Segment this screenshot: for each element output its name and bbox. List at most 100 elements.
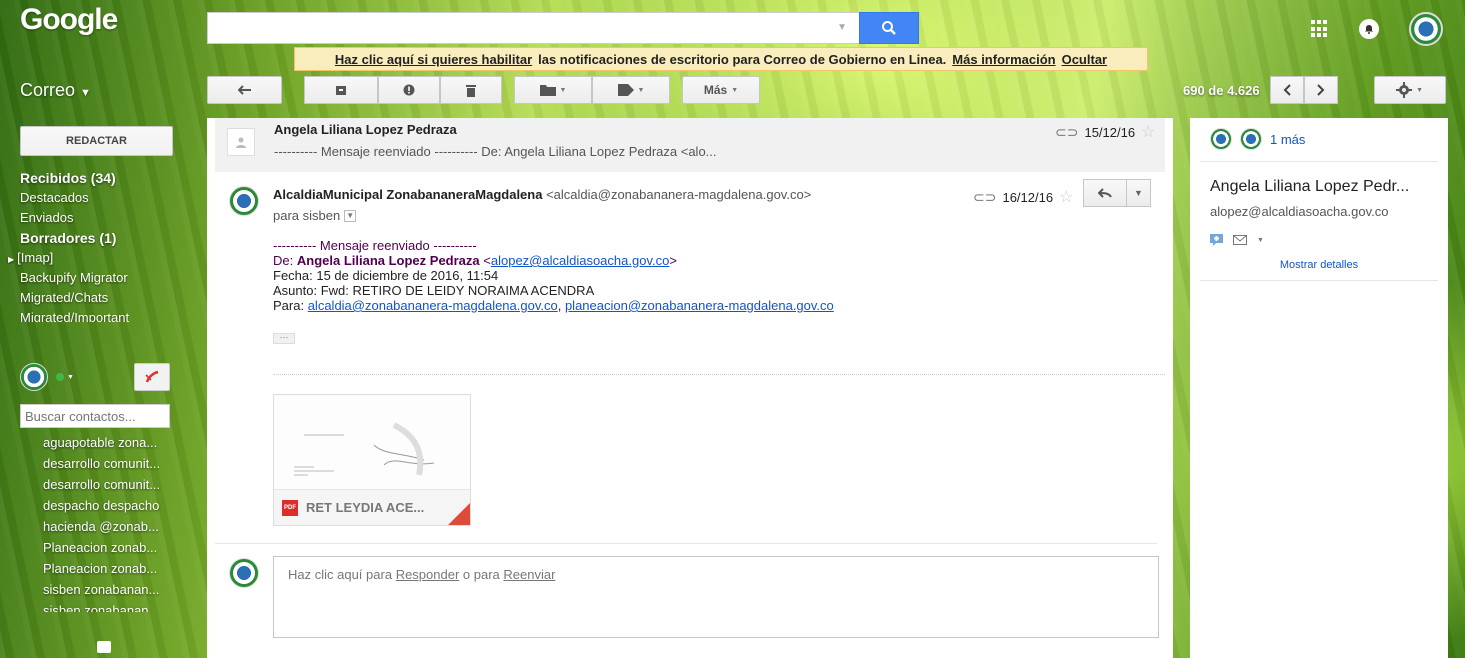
move-to-button[interactable]: ▼ bbox=[514, 76, 592, 104]
more-participants-link[interactable]: 1 más bbox=[1270, 132, 1305, 147]
forward-link[interactable]: Reenviar bbox=[503, 567, 555, 582]
sidebar-item-migrated-important[interactable]: Migrated/Important bbox=[20, 308, 129, 322]
archive-button[interactable] bbox=[304, 76, 378, 104]
notifications-bell-icon[interactable] bbox=[1359, 19, 1379, 39]
apps-grid-icon[interactable] bbox=[1311, 20, 1329, 38]
chevron-right-icon bbox=[1316, 84, 1325, 96]
show-details-link[interactable]: Mostrar detalles bbox=[1190, 259, 1448, 271]
more-reply-options-button[interactable]: ▼ bbox=[1127, 179, 1151, 207]
reply-prefix: Haz clic aquí para bbox=[288, 567, 393, 582]
chat-bubble-icon[interactable] bbox=[97, 641, 111, 653]
show-trimmed-content-button[interactable]: ··· bbox=[273, 333, 295, 344]
from-name: Angela Liliana Lopez Pedraza bbox=[296, 253, 480, 268]
message-toolbar: ▼ ▼ Más ▼ bbox=[207, 76, 760, 104]
contact-item[interactable]: desarrollo comunit... bbox=[43, 453, 173, 474]
chevron-down-icon[interactable]: ▼ bbox=[1257, 237, 1264, 244]
contact-item[interactable]: aguapotable zona... bbox=[43, 432, 173, 453]
my-avatar bbox=[229, 558, 259, 588]
contact-actions: ▼ bbox=[1210, 234, 1264, 246]
contact-item[interactable]: Planeacion zonab... bbox=[43, 537, 173, 558]
app-switcher[interactable]: Correo ▼ bbox=[20, 80, 91, 101]
sidebar-item-sent[interactable]: Enviados bbox=[20, 208, 129, 228]
back-arrow-icon bbox=[237, 85, 251, 95]
contact-item[interactable]: despacho despacho bbox=[43, 495, 173, 516]
enable-notifications-link[interactable]: Haz clic aquí si quieres habilitar bbox=[335, 52, 532, 67]
search-input[interactable] bbox=[207, 12, 859, 44]
labels-button[interactable]: ▼ bbox=[592, 76, 670, 104]
contact-search-input[interactable] bbox=[20, 404, 170, 428]
attachment-name: RET LEYDIA ACE... bbox=[306, 500, 425, 515]
sidebar-item-inbox[interactable]: Recibidos (34) bbox=[20, 168, 129, 188]
older-button[interactable] bbox=[1303, 76, 1338, 104]
more-info-link[interactable]: Más información bbox=[952, 52, 1055, 67]
collapsed-date-group: ⊂⊃ 15/12/16 ☆ bbox=[1055, 122, 1155, 142]
contact-item[interactable]: sisben zonabanan... bbox=[43, 600, 173, 612]
person-placeholder-icon bbox=[227, 128, 255, 156]
search-options-caret-icon[interactable]: ▼ bbox=[837, 22, 847, 33]
to-email-link[interactable]: planeacion@zonabananera-magdalena.gov.co bbox=[565, 298, 834, 313]
reply-button[interactable] bbox=[1083, 179, 1127, 207]
attachment-paperclip-icon: ⊂⊃ bbox=[1055, 123, 1079, 140]
compose-button[interactable]: REDACTAR bbox=[20, 126, 173, 156]
expanded-sender-name[interactable]: AlcaldiaMunicipal ZonabananeraMagdalena bbox=[273, 187, 542, 202]
reply-middle: o para bbox=[462, 567, 500, 582]
chat-add-icon[interactable] bbox=[1210, 234, 1223, 246]
expanded-date: 16/12/16 bbox=[1002, 189, 1054, 205]
to-label: Para: bbox=[273, 298, 305, 313]
to-email-link[interactable]: alcaldia@zonabananera-magdalena.gov.co bbox=[308, 298, 558, 313]
pager-count: 690 de 4.626 bbox=[1183, 82, 1260, 98]
expanded-sender-line: AlcaldiaMunicipal ZonabananeraMagdalena … bbox=[273, 187, 811, 202]
gear-icon bbox=[1396, 82, 1413, 98]
reply-link[interactable]: Responder bbox=[396, 567, 460, 582]
pagination: 690 de 4.626 ▼ bbox=[1183, 76, 1446, 104]
from-email-bracket-close: > bbox=[669, 253, 677, 268]
collapsed-message[interactable]: Angela Liliana Lopez Pedraza ---------- … bbox=[215, 118, 1165, 172]
subject-line: Asunto: Fwd: RETIRO DE LEIDY NORAIMA ACE… bbox=[273, 283, 595, 298]
hide-notification-link[interactable]: Ocultar bbox=[1062, 52, 1108, 67]
settings-button[interactable]: ▼ bbox=[1373, 76, 1446, 104]
forward-header: ---------- Mensaje reenviado ---------- bbox=[273, 238, 477, 253]
more-actions-button[interactable]: Más ▼ bbox=[682, 76, 760, 104]
contact-item[interactable]: desarrollo comunit... bbox=[43, 474, 173, 495]
sidebar-item-drafts[interactable]: Borradores (1) bbox=[20, 228, 129, 248]
collapsed-snippet: ---------- Mensaje reenviado ---------- … bbox=[274, 144, 717, 159]
contact-item[interactable]: Planeacion zonab... bbox=[43, 558, 173, 579]
back-button[interactable] bbox=[207, 76, 282, 104]
contact-item[interactable]: sisben zonabanan... bbox=[43, 579, 173, 600]
chevron-down-icon[interactable]: ▼ bbox=[67, 374, 74, 381]
participant-avatar[interactable] bbox=[1210, 128, 1232, 150]
search-button[interactable] bbox=[859, 12, 919, 44]
call-phone-button[interactable] bbox=[134, 363, 170, 391]
sender-avatar[interactable] bbox=[229, 186, 259, 216]
chat-avatar[interactable] bbox=[20, 363, 48, 391]
attachment-card[interactable]: PDF RET LEYDIA ACE... bbox=[273, 394, 471, 526]
delete-button[interactable] bbox=[440, 76, 502, 104]
search-icon bbox=[882, 21, 896, 35]
show-details-caret-icon[interactable]: ▼ bbox=[344, 209, 357, 222]
sidebar-item-migrated-chats[interactable]: Migrated/Chats bbox=[20, 288, 129, 308]
attachment-divider bbox=[273, 374, 1165, 375]
star-icon[interactable]: ☆ bbox=[1059, 187, 1073, 207]
from-email-bracket-open: < bbox=[483, 253, 491, 268]
date-line: Fecha: 15 de diciembre de 2016, 11:54 bbox=[273, 268, 499, 283]
google-logo[interactable]: Google bbox=[20, 3, 118, 37]
reply-box[interactable]: Haz clic aquí para Responder o para Reen… bbox=[273, 556, 1159, 638]
contact-email: alopez@alcaldiasoacha.gov.co bbox=[1210, 204, 1389, 219]
online-status-icon[interactable] bbox=[56, 373, 64, 381]
participant-avatar[interactable] bbox=[1240, 128, 1262, 150]
expand-arrow-icon[interactable]: ▶ bbox=[8, 255, 14, 264]
sidebar-item-backupify[interactable]: Backupify Migrator bbox=[20, 268, 129, 288]
star-icon[interactable]: ☆ bbox=[1141, 122, 1155, 142]
notification-text: las notificaciones de escritorio para Co… bbox=[538, 51, 947, 67]
sidebar-item-imap[interactable]: ▶ [Imap] bbox=[8, 248, 129, 268]
account-avatar[interactable] bbox=[1409, 12, 1443, 46]
contact-item[interactable]: hacienda @zonab... bbox=[43, 516, 173, 537]
from-email-link[interactable]: alopez@alcaldiasoacha.gov.co bbox=[491, 253, 669, 268]
sidebar-item-starred[interactable]: Destacados bbox=[20, 188, 129, 208]
mail-envelope-icon[interactable] bbox=[1233, 235, 1247, 245]
comma-separator: , bbox=[557, 298, 565, 313]
newer-button[interactable] bbox=[1269, 76, 1304, 104]
pane-separator bbox=[1200, 280, 1438, 281]
attachment-footer: PDF RET LEYDIA ACE... bbox=[274, 489, 470, 525]
report-spam-button[interactable] bbox=[378, 76, 440, 104]
